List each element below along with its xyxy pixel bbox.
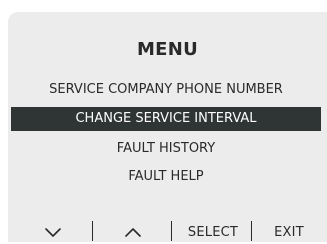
menu-item-change-service-interval[interactable]: CHANGE SERVICE INTERVAL: [11, 107, 321, 131]
softkey-divider: [251, 221, 252, 241]
menu-title: MENU: [136, 39, 199, 60]
exit-button[interactable]: EXIT: [263, 220, 315, 244]
down-button[interactable]: [33, 220, 73, 244]
chevron-up-icon: [125, 228, 141, 237]
select-button[interactable]: SELECT: [176, 220, 250, 244]
menu-item-service-company-phone-number[interactable]: SERVICE COMPANY PHONE NUMBER: [16, 78, 316, 102]
chevron-down-icon: [45, 228, 61, 237]
up-button[interactable]: [113, 220, 153, 244]
softkey-divider: [171, 221, 172, 241]
display-screen: MENU SERVICE COMPANY PHONE NUMBER CHANGE…: [8, 12, 327, 242]
menu-item-fault-help[interactable]: FAULT HELP: [16, 165, 316, 189]
softkey-divider: [92, 221, 93, 241]
softkey-bar: SELECT EXIT: [8, 220, 327, 244]
menu-item-fault-history[interactable]: FAULT HISTORY: [16, 137, 316, 161]
